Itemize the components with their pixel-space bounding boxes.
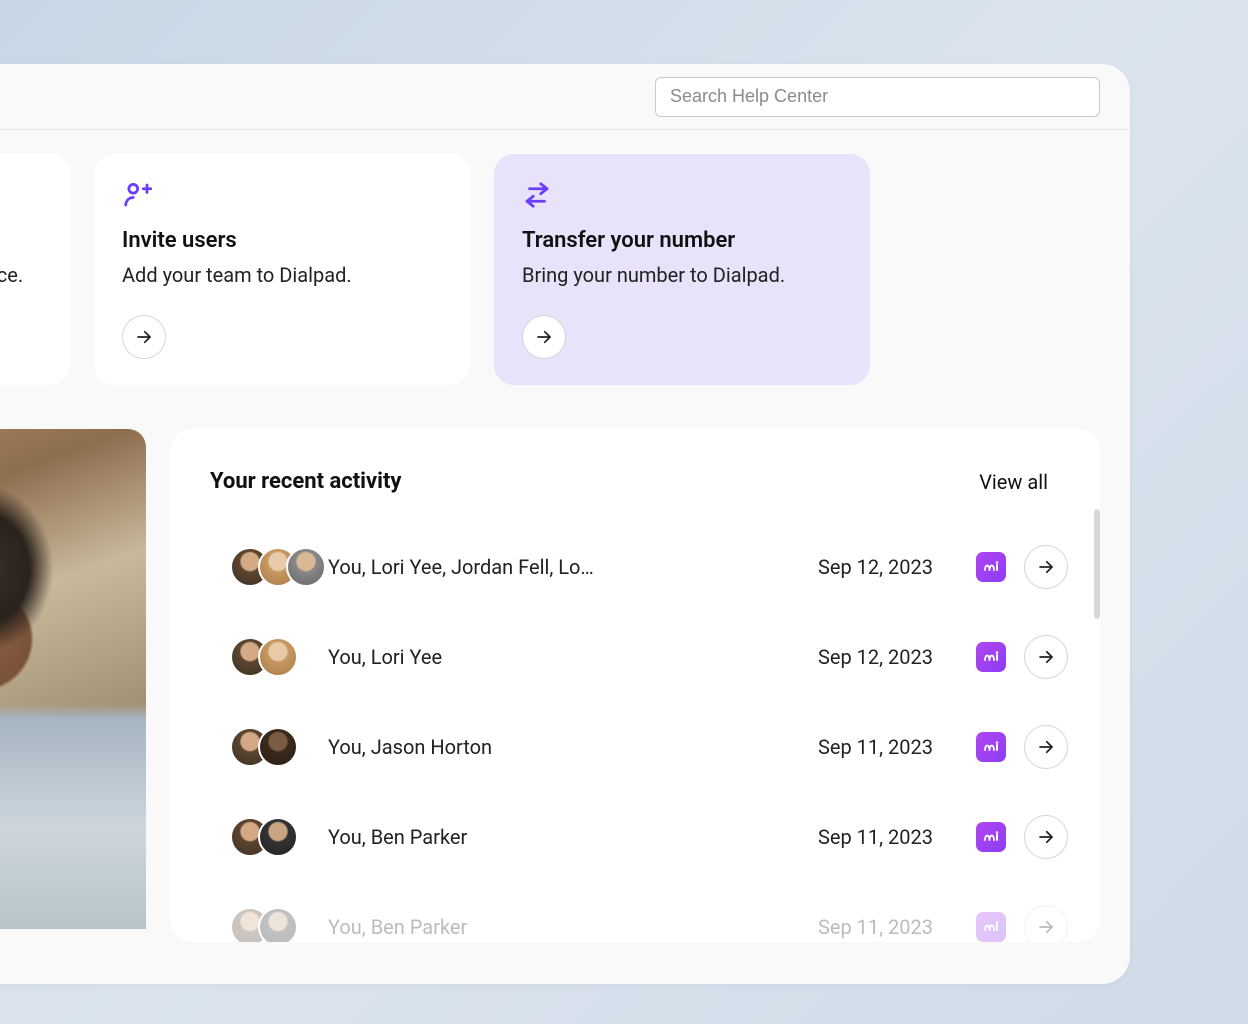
open-activity-button[interactable]	[1024, 725, 1068, 769]
activity-title: Your recent activity	[210, 469, 402, 494]
add-user-icon	[122, 180, 152, 210]
scrollbar[interactable]	[1094, 509, 1100, 809]
card-desc: Bring your number to Dialpad.	[522, 263, 842, 287]
card-title: Transfer your number	[522, 228, 842, 253]
lower-row: Your recent activity View all You, Lori …	[0, 385, 1130, 942]
card-invite-users[interactable]: Invite users Add your team to Dialpad.	[94, 154, 470, 385]
ai-badge-icon	[976, 732, 1006, 762]
avatar-group	[230, 817, 310, 857]
avatar	[258, 817, 298, 857]
search-input[interactable]	[655, 77, 1100, 117]
activity-list: You, Lori Yee, Jordan Fell, Lo… Sep 12, …	[210, 522, 1078, 942]
card-desc: Add your team to Dialpad.	[122, 263, 442, 287]
avatar	[258, 907, 298, 942]
activity-names: You, Jason Horton	[328, 735, 800, 759]
card-title: Invite users	[122, 228, 442, 253]
activity-row[interactable]: You, Lori Yee Sep 12, 2023	[210, 612, 1078, 702]
card-title: Ai meeting	[0, 228, 42, 253]
activity-date: Sep 11, 2023	[818, 915, 958, 939]
activity-date: Sep 11, 2023	[818, 825, 958, 849]
top-bar	[0, 64, 1130, 130]
transfer-icon	[522, 180, 552, 210]
avatar-group	[230, 727, 310, 767]
app-window: Ai meeting deo conference. Invite users …	[0, 64, 1130, 984]
open-activity-button[interactable]	[1024, 815, 1068, 859]
ai-badge-icon	[976, 642, 1006, 672]
activity-row[interactable]: You, Ben Parker Sep 11, 2023	[210, 792, 1078, 882]
action-cards-row: Ai meeting deo conference. Invite users …	[0, 130, 1130, 385]
activity-date: Sep 12, 2023	[818, 645, 958, 669]
activity-row[interactable]: You, Jason Horton Sep 11, 2023	[210, 702, 1078, 792]
avatar	[286, 547, 326, 587]
ai-badge-icon	[976, 912, 1006, 942]
avatar	[258, 637, 298, 677]
card-action-button[interactable]	[522, 315, 566, 359]
open-activity-button[interactable]	[1024, 905, 1068, 942]
ai-badge-icon	[976, 552, 1006, 582]
activity-date: Sep 11, 2023	[818, 735, 958, 759]
card-action-button[interactable]	[122, 315, 166, 359]
activity-names: You, Lori Yee	[328, 645, 800, 669]
avatar-group	[230, 907, 310, 942]
activity-names: You, Lori Yee, Jordan Fell, Lo…	[328, 555, 800, 579]
promo-photo	[0, 429, 146, 929]
avatar-group	[230, 547, 310, 587]
activity-row[interactable]: You, Ben Parker Sep 11, 2023	[210, 882, 1078, 942]
view-all-button[interactable]: View all	[979, 470, 1048, 494]
open-activity-button[interactable]	[1024, 635, 1068, 679]
avatar	[258, 727, 298, 767]
recent-activity-panel: Your recent activity View all You, Lori …	[170, 429, 1100, 942]
card-transfer-number[interactable]: Transfer your number Bring your number t…	[494, 154, 870, 385]
activity-date: Sep 12, 2023	[818, 555, 958, 579]
avatar-group	[230, 637, 310, 677]
activity-names: You, Ben Parker	[328, 825, 800, 849]
activity-names: You, Ben Parker	[328, 915, 800, 939]
ai-badge-icon	[976, 822, 1006, 852]
activity-row[interactable]: You, Lori Yee, Jordan Fell, Lo… Sep 12, …	[210, 522, 1078, 612]
open-activity-button[interactable]	[1024, 545, 1068, 589]
card-desc: deo conference.	[0, 263, 42, 287]
card-ai-meeting[interactable]: Ai meeting deo conference.	[0, 154, 70, 385]
